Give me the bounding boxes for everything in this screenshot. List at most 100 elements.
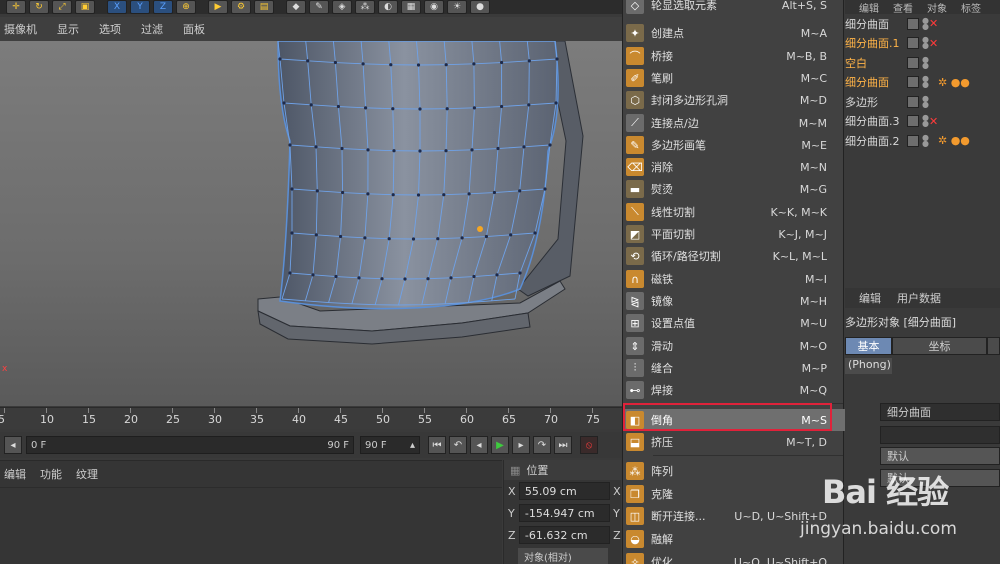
mesh-vertex[interactable]: [411, 237, 416, 241]
renderer-visible-select[interactable]: 默认: [880, 469, 1000, 487]
record-icon[interactable]: ⦸: [580, 436, 598, 454]
mesh-vertex[interactable]: [495, 273, 499, 277]
mesh-vertex[interactable]: [444, 149, 448, 153]
object-row[interactable]: 细分曲面.3 ● ● ✕: [845, 112, 1000, 131]
layer-field[interactable]: [880, 426, 1000, 444]
mesh-vertex[interactable]: [472, 274, 476, 279]
viewport-menu-item[interactable]: 选项: [99, 21, 121, 37]
mesh-vertex[interactable]: [288, 143, 292, 147]
active-vertex[interactable]: [477, 226, 483, 232]
object-row[interactable]: 空白 ● ●: [845, 53, 1000, 72]
mesh-vertex[interactable]: [366, 148, 370, 152]
object-toggle-icon[interactable]: [907, 134, 919, 147]
mesh-vertex[interactable]: [470, 148, 474, 152]
object-menu-item[interactable]: 对象: [927, 0, 947, 15]
camera-icon[interactable]: ◉: [424, 0, 444, 14]
mesh-vertex[interactable]: [472, 106, 476, 110]
mesh-vertex[interactable]: [522, 145, 526, 149]
menu-item-close-hole[interactable]: ⬡ 封闭多边形孔洞 M~D: [623, 89, 845, 111]
pen-icon[interactable]: ✎: [309, 0, 329, 14]
menu-item-polygon-pen[interactable]: ✎ 多边形画笔 M~E: [623, 134, 845, 156]
mesh-vertex[interactable]: [418, 107, 422, 111]
cube-primitive-icon[interactable]: ◆: [286, 0, 306, 14]
scale-icon[interactable]: ⤢: [52, 0, 72, 14]
floor-icon[interactable]: ▦: [401, 0, 421, 14]
mesh-vertex[interactable]: [288, 271, 292, 275]
mesh-vertex[interactable]: [282, 101, 286, 105]
phong-tab[interactable]: (Phong): [845, 358, 892, 374]
render-settings-icon[interactable]: ⚙: [231, 0, 251, 14]
x-axis-icon[interactable]: X: [107, 0, 127, 14]
menu-item-bridge[interactable]: ⌒ 桥接 M~B, B: [623, 45, 845, 67]
mesh-vertex[interactable]: [418, 149, 422, 153]
viewport-menu-item[interactable]: 面板: [183, 21, 205, 37]
disabled-x-icon[interactable]: ✕: [929, 17, 938, 30]
mesh-vertex[interactable]: [278, 57, 282, 61]
mesh-vertex[interactable]: [366, 192, 370, 196]
mesh-vertex[interactable]: [442, 193, 446, 197]
mesh-vertex[interactable]: [290, 187, 294, 191]
viewport-menu-item[interactable]: 显示: [57, 21, 79, 37]
menu-item-line-cut[interactable]: ⟍ 线性切割 K~K, M~K: [623, 201, 845, 223]
mesh-vertex[interactable]: [518, 271, 522, 275]
frame-range-slider[interactable]: 0 F 90 F: [26, 436, 354, 454]
menu-item-brush[interactable]: ✐ 笔刷 M~C: [623, 67, 845, 89]
deformer-icon[interactable]: ◐: [378, 0, 398, 14]
object-name[interactable]: 细分曲面.3: [845, 113, 905, 129]
subdivide-icon[interactable]: ◈: [332, 0, 352, 14]
mesh-vertex[interactable]: [426, 277, 430, 281]
material-menu-item[interactable]: 编辑: [4, 466, 26, 482]
mesh-vertex[interactable]: [357, 276, 361, 280]
object-toggle-icon[interactable]: [907, 37, 919, 49]
coord-mode-select[interactable]: 对象(相对): [518, 548, 608, 564]
mesh-vertex[interactable]: [492, 190, 496, 195]
render-icon[interactable]: ▶: [208, 0, 228, 14]
prev-frame-icon[interactable]: ◂: [470, 436, 488, 454]
menu-item-slide[interactable]: ⇕ 滑动 M~O: [623, 335, 845, 357]
render-view-icon[interactable]: ▤: [254, 0, 274, 14]
visibility-dots-icon[interactable]: ● ●: [922, 94, 929, 108]
visibility-dots-icon[interactable]: ● ●: [922, 36, 929, 50]
menu-item-bevel[interactable]: ◧ 倒角 M~S: [623, 409, 845, 431]
material-menu-item[interactable]: 纹理: [76, 466, 98, 482]
visibility-dots-icon[interactable]: ● ●: [922, 114, 929, 128]
mesh-vertex[interactable]: [389, 63, 393, 67]
object-name[interactable]: 细分曲面.2: [845, 133, 905, 149]
tab-basic[interactable]: 基本: [845, 337, 892, 355]
mesh-vertex[interactable]: [387, 237, 391, 241]
mesh-vertex[interactable]: [306, 59, 310, 63]
tag-icons[interactable]: ✲ ●●: [938, 76, 970, 89]
object-name[interactable]: 细分曲面: [845, 74, 905, 90]
mesh-vertex[interactable]: [472, 62, 476, 66]
mesh-vertex[interactable]: [361, 62, 365, 66]
visibility-dots-icon[interactable]: ● ●: [922, 16, 929, 30]
object-toggle-icon[interactable]: [907, 17, 919, 30]
object-toggle-icon[interactable]: [907, 95, 919, 108]
prev-key-icon[interactable]: ↶: [449, 436, 467, 454]
mesh-vertex[interactable]: [484, 234, 488, 239]
menu-item-extrude[interactable]: ⬓ 挤压 M~T, D: [623, 431, 845, 453]
mesh-vertex[interactable]: [416, 193, 421, 197]
cube-icon[interactable]: ▣: [75, 0, 95, 14]
mesh-vertex[interactable]: [333, 60, 337, 65]
object-menu-item[interactable]: 编辑: [859, 0, 879, 15]
mesh-vertex[interactable]: [315, 189, 319, 193]
mesh-vertex[interactable]: [554, 101, 558, 105]
mesh-vertex[interactable]: [341, 190, 345, 195]
rotate-icon[interactable]: ↻: [29, 0, 49, 14]
attribute-menu-item[interactable]: 用户数据: [897, 290, 941, 306]
object-name[interactable]: 细分曲面: [845, 16, 905, 32]
end-frame-field[interactable]: 90 F ▴: [360, 436, 420, 454]
object-toggle-icon[interactable]: [907, 56, 919, 69]
mesh-vertex[interactable]: [334, 274, 338, 279]
mesh-vertex[interactable]: [311, 273, 315, 277]
mesh-vertex[interactable]: [460, 236, 464, 240]
mesh-vertex[interactable]: [290, 231, 294, 235]
go-to-end-icon[interactable]: ⏭: [554, 436, 572, 454]
object-toggle-icon[interactable]: [907, 115, 919, 127]
object-row[interactable]: 细分曲面.1 ● ● ✕: [845, 34, 1000, 53]
menu-item-dissolve[interactable]: ⌫ 消除 M~N: [623, 156, 845, 178]
menu-item-connect[interactable]: ⟋ 连接点/边 M~M: [623, 112, 845, 134]
sphere-icon[interactable]: ●: [470, 0, 490, 14]
next-key-icon[interactable]: ↷: [533, 436, 551, 454]
